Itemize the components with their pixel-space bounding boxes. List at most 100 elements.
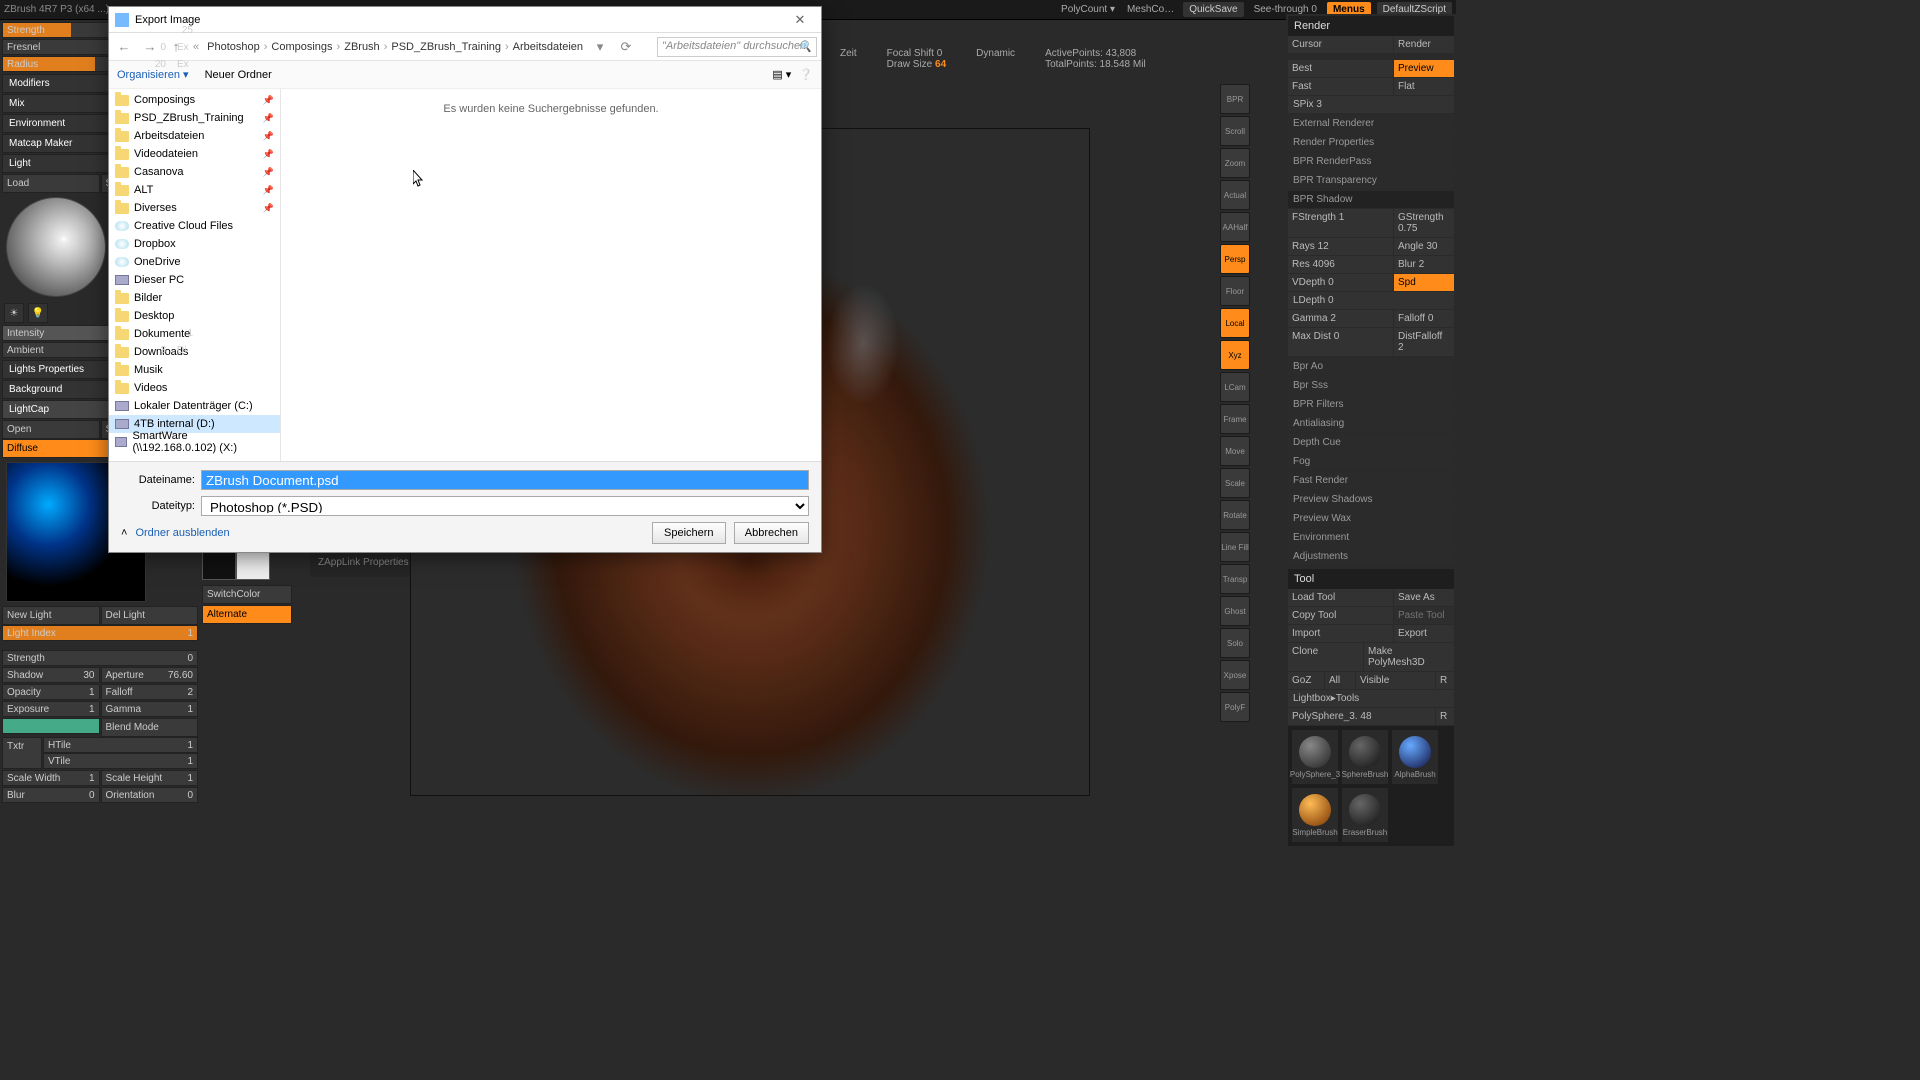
best-button[interactable]: Best [1288, 60, 1393, 77]
tree-smartware-192-168-0-102-x-[interactable]: SmartWare (\\192.168.0.102) (X:) [109, 433, 280, 451]
tree-diverses[interactable]: Diverses📌 [109, 199, 280, 217]
blur-slider[interactable]: Blur0 [2, 787, 100, 803]
lc-strength-slider[interactable]: Strength0 [2, 650, 198, 666]
blend-mode-button[interactable]: Blend Mode [101, 718, 199, 737]
side-line-fill-button[interactable]: Line Fill [1220, 532, 1250, 562]
side-actual-button[interactable]: Actual [1220, 180, 1250, 210]
fstrength-slider[interactable]: FStrength 1 [1288, 209, 1393, 237]
nav-back-button[interactable]: ← [113, 36, 135, 58]
help-button[interactable]: ❔ [799, 68, 813, 81]
render-bpr-filters-header[interactable]: BPR Filters [1288, 396, 1454, 413]
crumb-dropdown[interactable]: ▾ [589, 36, 611, 58]
filetype-select[interactable]: Photoshop (*.PSD) [201, 496, 809, 516]
new-light-button[interactable]: New Light [2, 606, 100, 625]
render-preview-shadows-header[interactable]: Preview Shadows [1288, 491, 1454, 508]
filename-input[interactable] [201, 470, 809, 490]
goz-visible-button[interactable]: Visible [1356, 672, 1435, 689]
scale-height-slider[interactable]: Scale Height1 [101, 770, 199, 786]
side-xpose-button[interactable]: Xpose [1220, 660, 1250, 690]
alternate-button[interactable]: Alternate [202, 605, 292, 624]
tool-eraserbrush[interactable]: EraserBrush [1342, 788, 1388, 842]
polycount-menu[interactable]: PolyCount ▾ [1058, 4, 1118, 15]
nav-fwd-button[interactable]: → [139, 36, 161, 58]
dialog-titlebar[interactable]: Export Image ✕ [109, 7, 821, 33]
spix-slider[interactable]: SPix 3 [1288, 96, 1454, 113]
paste-tool-button[interactable]: Paste Tool [1394, 607, 1454, 624]
maxdist-slider[interactable]: Max Dist 0 [1288, 328, 1393, 356]
render-environment-header[interactable]: Environment [1288, 529, 1454, 546]
render-props-header[interactable]: Render Properties [1288, 134, 1454, 151]
folder-tree[interactable]: Composings📌PSD_ZBrush_Training📌Arbeitsda… [109, 89, 281, 461]
distfalloff-slider[interactable]: DistFalloff 2 [1394, 328, 1454, 356]
side-rotate-button[interactable]: Rotate [1220, 500, 1250, 530]
tree-downloads[interactable]: Downloads [109, 343, 280, 361]
htile-slider[interactable]: HTile1 [43, 737, 198, 753]
light-load-button[interactable]: Load [2, 174, 100, 193]
quicksave-button[interactable]: QuickSave [1183, 2, 1243, 17]
preview-button[interactable]: Preview [1394, 60, 1454, 77]
flat-button[interactable]: Flat [1394, 78, 1454, 95]
tree-alt[interactable]: ALT📌 [109, 181, 280, 199]
color-swatch-black[interactable] [202, 552, 236, 580]
render-adjustments-header[interactable]: Adjustments [1288, 548, 1454, 565]
render-fog-header[interactable]: Fog [1288, 453, 1454, 470]
switchcolor-button[interactable]: SwitchColor [202, 585, 292, 604]
render-depth-cue-header[interactable]: Depth Cue [1288, 434, 1454, 451]
side-frame-button[interactable]: Frame [1220, 404, 1250, 434]
falloff-slider-r[interactable]: Falloff 0 [1394, 310, 1454, 327]
meshco-menu[interactable]: MeshCo… [1124, 4, 1177, 15]
spd-button[interactable]: Spd [1394, 274, 1454, 291]
side-xyz-button[interactable]: Xyz [1220, 340, 1250, 370]
render-preview-wax-header[interactable]: Preview Wax [1288, 510, 1454, 527]
side-local-button[interactable]: Local [1220, 308, 1250, 338]
tree-composings[interactable]: Composings📌 [109, 91, 280, 109]
side-aahalf-button[interactable]: AAHalf [1220, 212, 1250, 242]
import-button[interactable]: Import [1288, 625, 1393, 642]
render-button[interactable]: Render [1394, 36, 1454, 53]
search-input[interactable]: "Arbeitsdateien" durchsuchen🔍 [657, 37, 817, 57]
tree-creative-cloud-files[interactable]: Creative Cloud Files [109, 217, 280, 235]
ldepth-slider[interactable]: LDepth 0 [1288, 292, 1454, 309]
tree-videos[interactable]: Videos [109, 379, 280, 397]
opacity-slider[interactable]: Opacity1 [2, 684, 100, 700]
tree-dropbox[interactable]: Dropbox [109, 235, 280, 253]
color-swatch-white[interactable] [236, 552, 270, 580]
export-button[interactable]: Export [1394, 625, 1454, 642]
vtile-slider[interactable]: VTile1 [43, 753, 198, 769]
tree-casanova[interactable]: Casanova📌 [109, 163, 280, 181]
gstrength-slider[interactable]: GStrength 0.75 [1394, 209, 1454, 237]
render-bpr-ao-header[interactable]: Bpr Ao [1288, 358, 1454, 375]
tree-psd-zbrush-training[interactable]: PSD_ZBrush_Training📌 [109, 109, 280, 127]
tree-onedrive[interactable]: OneDrive [109, 253, 280, 271]
close-button[interactable]: ✕ [785, 10, 815, 30]
crumb-composings[interactable]: Composings [269, 41, 334, 53]
tree-dieser-pc[interactable]: Dieser PC [109, 271, 280, 289]
scale-width-slider[interactable]: Scale Width1 [2, 770, 100, 786]
side-persp-button[interactable]: Persp [1220, 244, 1250, 274]
light-sun-icon[interactable]: ☀ [4, 303, 24, 323]
orientation-slider[interactable]: Orientation0 [101, 787, 199, 803]
renderpass-header[interactable]: BPR RenderPass [1288, 153, 1454, 170]
shadow-slider[interactable]: Shadow30 [2, 667, 100, 683]
side-polyf-button[interactable]: PolyF [1220, 692, 1250, 722]
cursor-button[interactable]: Cursor [1288, 36, 1393, 53]
falloff-slider[interactable]: Falloff2 [101, 684, 199, 700]
crumb-arbeitsdateien[interactable]: Arbeitsdateien [511, 41, 585, 53]
side-zoom-button[interactable]: Zoom [1220, 148, 1250, 178]
side-transp-button[interactable]: Transp [1220, 564, 1250, 594]
blend-color[interactable] [2, 718, 100, 734]
side-lcam-button[interactable]: LCam [1220, 372, 1250, 402]
saveas-button[interactable]: Save As [1394, 589, 1454, 606]
tool-polysphere_3[interactable]: PolySphere_3 [1292, 730, 1338, 784]
make-polymesh-button[interactable]: Make PolyMesh3D [1364, 643, 1454, 671]
side-bpr-button[interactable]: BPR [1220, 84, 1250, 114]
copy-tool-button[interactable]: Copy Tool [1288, 607, 1393, 624]
load-tool-button[interactable]: Load Tool [1288, 589, 1393, 606]
side-solo-button[interactable]: Solo [1220, 628, 1250, 658]
tree-dokumente[interactable]: Dokumente [109, 325, 280, 343]
aperture-slider[interactable]: Aperture76.60 [101, 667, 199, 683]
render-fast-render-header[interactable]: Fast Render [1288, 472, 1454, 489]
goz-button[interactable]: GoZ [1288, 672, 1324, 689]
tree-desktop[interactable]: Desktop [109, 307, 280, 325]
clone-button[interactable]: Clone [1288, 643, 1363, 671]
